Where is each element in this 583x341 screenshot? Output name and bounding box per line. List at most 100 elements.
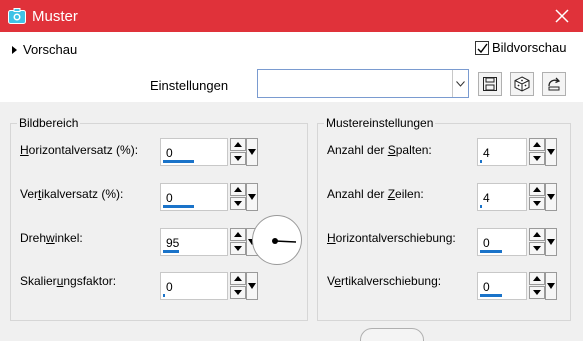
save-settings-button[interactable] (478, 72, 502, 96)
arrow-down-icon (234, 201, 242, 206)
bottom-button-partial[interactable] (360, 328, 424, 341)
arrow-down-icon (234, 246, 242, 251)
vertical-shift-input[interactable]: 0 (477, 272, 527, 300)
value-bar (480, 205, 482, 208)
rows-count-label: Anzahl der Zeilen: (327, 187, 424, 201)
horizontal-shift-input[interactable]: 0 (477, 228, 527, 256)
preview-toggle[interactable]: Vorschau (12, 42, 77, 57)
close-icon (555, 9, 569, 23)
settings-dropdown[interactable] (257, 69, 469, 98)
reset-button[interactable] (542, 72, 566, 96)
value-bar (163, 250, 179, 253)
increment-button[interactable] (529, 228, 545, 241)
horizontal-offset-label: Horizontalversatz (%): (20, 143, 139, 157)
scale-factor-spinner: 0 (160, 272, 258, 300)
image-area-title: Bildbereich (17, 116, 81, 130)
slider-dropdown-button[interactable] (545, 138, 557, 166)
value-bar (480, 250, 502, 253)
decrement-button[interactable] (529, 197, 545, 210)
reset-icon (548, 77, 561, 91)
increment-button[interactable] (529, 183, 545, 196)
value-bar (480, 160, 482, 163)
camera-icon (8, 8, 26, 24)
preview-header: Vorschau Bildvorschau Einstellungen (0, 32, 583, 102)
arrow-up-icon (234, 142, 242, 147)
slider-dropdown-button[interactable] (545, 183, 557, 211)
dropdown-arrow-icon (248, 283, 256, 289)
horizontal-offset-input[interactable]: 0 (160, 138, 228, 166)
arrow-up-icon (533, 232, 541, 237)
increment-button[interactable] (529, 138, 545, 151)
increment-button[interactable] (230, 183, 246, 196)
rows-count-spinner: 4 (477, 183, 563, 211)
arrow-down-icon (234, 156, 242, 161)
horizontal-shift-spinner: 0 (477, 228, 563, 256)
dial-needle-icon (272, 238, 297, 244)
checkmark-icon (477, 43, 488, 53)
dropdown-arrow-icon (547, 194, 555, 200)
pattern-settings-title: Mustereinstellungen (324, 116, 436, 130)
image-preview-label: Bildvorschau (492, 40, 567, 55)
slider-dropdown-button[interactable] (545, 272, 557, 300)
rotation-angle-input[interactable]: 95 (160, 228, 228, 256)
decrement-button[interactable] (529, 242, 545, 255)
slider-dropdown-button[interactable] (246, 138, 258, 166)
value-bar (480, 294, 502, 297)
increment-button[interactable] (230, 228, 246, 241)
checkbox-box[interactable] (475, 40, 489, 55)
settings-label: Einstellungen (150, 78, 229, 93)
arrow-down-icon (533, 201, 541, 206)
chevron-down-icon[interactable] (452, 70, 468, 97)
columns-count-label: Anzahl der Spalten: (327, 143, 432, 157)
arrow-down-icon (533, 156, 541, 161)
columns-count-spinner: 4 (477, 138, 563, 166)
dropdown-arrow-icon (547, 239, 555, 245)
close-button[interactable] (541, 0, 583, 32)
save-icon (483, 77, 497, 91)
dropdown-arrow-icon (547, 149, 555, 155)
rotation-dial[interactable] (252, 215, 302, 265)
rotation-angle-label: Drehwinkel: (20, 231, 83, 245)
value-bar (163, 160, 194, 163)
arrow-down-icon (533, 290, 541, 295)
horizontal-shift-label: Horizontalverschiebung: (327, 231, 456, 245)
expand-arrow-icon (12, 45, 17, 54)
slider-dropdown-button[interactable] (246, 272, 258, 300)
arrow-down-icon (533, 246, 541, 251)
increment-button[interactable] (529, 272, 545, 285)
window-title: Muster (32, 8, 78, 25)
columns-count-input[interactable]: 4 (477, 138, 527, 166)
scale-factor-input[interactable]: 0 (160, 272, 228, 300)
dropdown-arrow-icon (248, 194, 256, 200)
rows-count-input[interactable]: 4 (477, 183, 527, 211)
decrement-button[interactable] (230, 242, 246, 255)
arrow-up-icon (533, 187, 541, 192)
dropdown-arrow-icon (248, 149, 256, 155)
decrement-button[interactable] (529, 286, 545, 299)
randomize-button[interactable] (510, 72, 534, 96)
arrow-up-icon (234, 232, 242, 237)
decrement-button[interactable] (230, 286, 246, 299)
decrement-button[interactable] (230, 197, 246, 210)
decrement-button[interactable] (529, 152, 545, 165)
arrow-down-icon (234, 290, 242, 295)
dice-icon (514, 76, 530, 92)
vertical-offset-spinner: 0 (160, 183, 258, 211)
increment-button[interactable] (230, 138, 246, 151)
increment-button[interactable] (230, 272, 246, 285)
arrow-up-icon (234, 187, 242, 192)
dropdown-arrow-icon (547, 283, 555, 289)
slider-dropdown-button[interactable] (246, 183, 258, 211)
slider-dropdown-button[interactable] (545, 228, 557, 256)
arrow-up-icon (533, 276, 541, 281)
preview-toggle-label: Vorschau (23, 42, 78, 57)
image-preview-checkbox[interactable]: Bildvorschau (475, 40, 566, 55)
value-bar (163, 294, 165, 297)
horizontal-offset-spinner: 0 (160, 138, 258, 166)
vertical-offset-input[interactable]: 0 (160, 183, 228, 211)
vertical-shift-spinner: 0 (477, 272, 563, 300)
decrement-button[interactable] (230, 152, 246, 165)
scale-factor-label: Skalierungsfaktor: (20, 274, 117, 288)
value-bar (163, 205, 194, 208)
arrow-up-icon (533, 142, 541, 147)
